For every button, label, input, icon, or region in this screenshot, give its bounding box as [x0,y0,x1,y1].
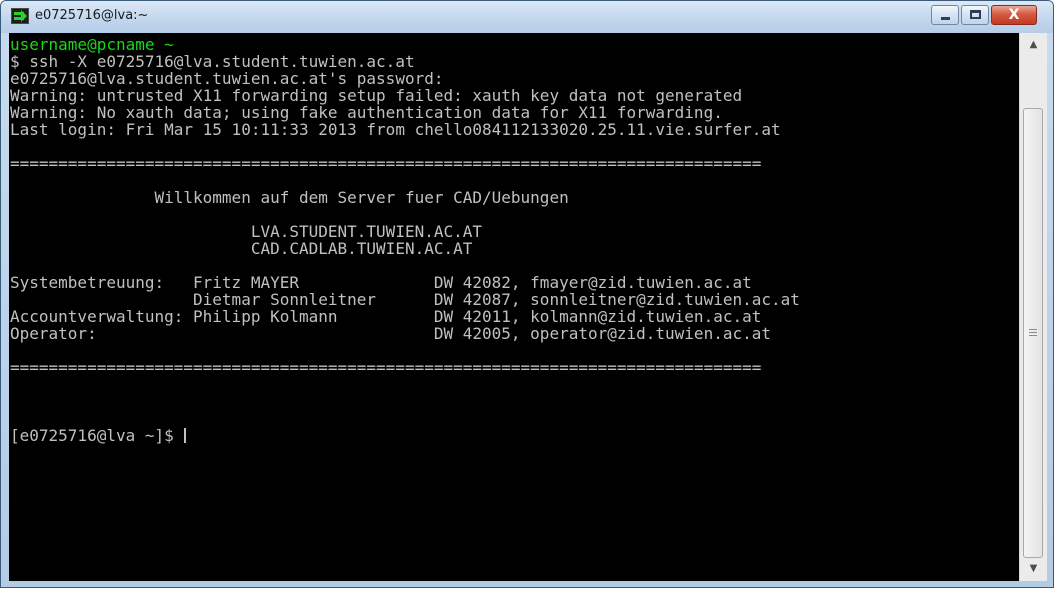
contact-line: Systembetreuung: Fritz MAYER DW 42082, f… [10,273,752,292]
terminal-line: $ ssh -X e0725716@lva.student.tuwien.ac.… [10,52,415,71]
terminal-line: Warning: No xauth data; using fake authe… [10,103,723,122]
maximize-button[interactable] [961,5,989,25]
contact-line: Accountverwaltung: Philipp Kolmann DW 42… [10,307,762,326]
hostname-line: LVA.STUDENT.TUWIEN.AC.AT [10,222,483,241]
close-button[interactable]: X [991,5,1037,25]
contact-line: Dietmar Sonnleitner DW 42087, sonnleitne… [10,290,800,309]
prompt-line[interactable]: [e0725716@lva ~]$ [10,427,1019,444]
terminal-window: e0725716@lva:~ X username@pcname ~ $ ssh … [0,0,1054,588]
terminal-output[interactable]: username@pcname ~ $ ssh -X e0725716@lva.s… [9,33,1019,581]
title-bar[interactable]: e0725716@lva:~ X [1,1,1053,33]
separator-line: ========================================… [10,154,762,173]
scrollbar-thumb[interactable] [1023,108,1043,558]
terminal-icon[interactable] [11,8,29,24]
prompt-header-line: username@pcname ~ [10,35,174,54]
terminal-text: username@pcname ~ $ ssh -X e0725716@lva.s… [9,33,1019,444]
scroll-up-icon[interactable]: ▲ [1020,33,1047,57]
terminal-line: e0725716@lva.student.tuwien.ac.at's pass… [10,69,444,88]
vertical-scrollbar[interactable]: ▲ ▼ [1019,33,1047,581]
terminal-line: Last login: Fri Mar 15 10:11:33 2013 fro… [10,120,781,139]
window-title: e0725716@lva:~ [35,8,149,23]
minimize-icon [941,17,950,20]
shell-prompt: [e0725716@lva ~]$ [10,426,184,445]
hostname-line: CAD.CADLAB.TUWIEN.AC.AT [10,239,473,258]
scroll-down-icon[interactable]: ▼ [1020,557,1047,581]
maximize-icon [970,10,981,19]
close-icon: X [1008,7,1020,23]
separator-line: ========================================… [10,358,762,377]
text-cursor [184,428,187,443]
minimize-button[interactable] [931,5,959,25]
terminal-line: Warning: untrusted X11 forwarding setup … [10,86,743,105]
welcome-line: Willkommen auf dem Server fuer CAD/Uebun… [10,188,569,207]
contact-line: Operator: DW 42005, operator@zid.tuwien.… [10,324,771,343]
grip-icon [1029,329,1037,330]
